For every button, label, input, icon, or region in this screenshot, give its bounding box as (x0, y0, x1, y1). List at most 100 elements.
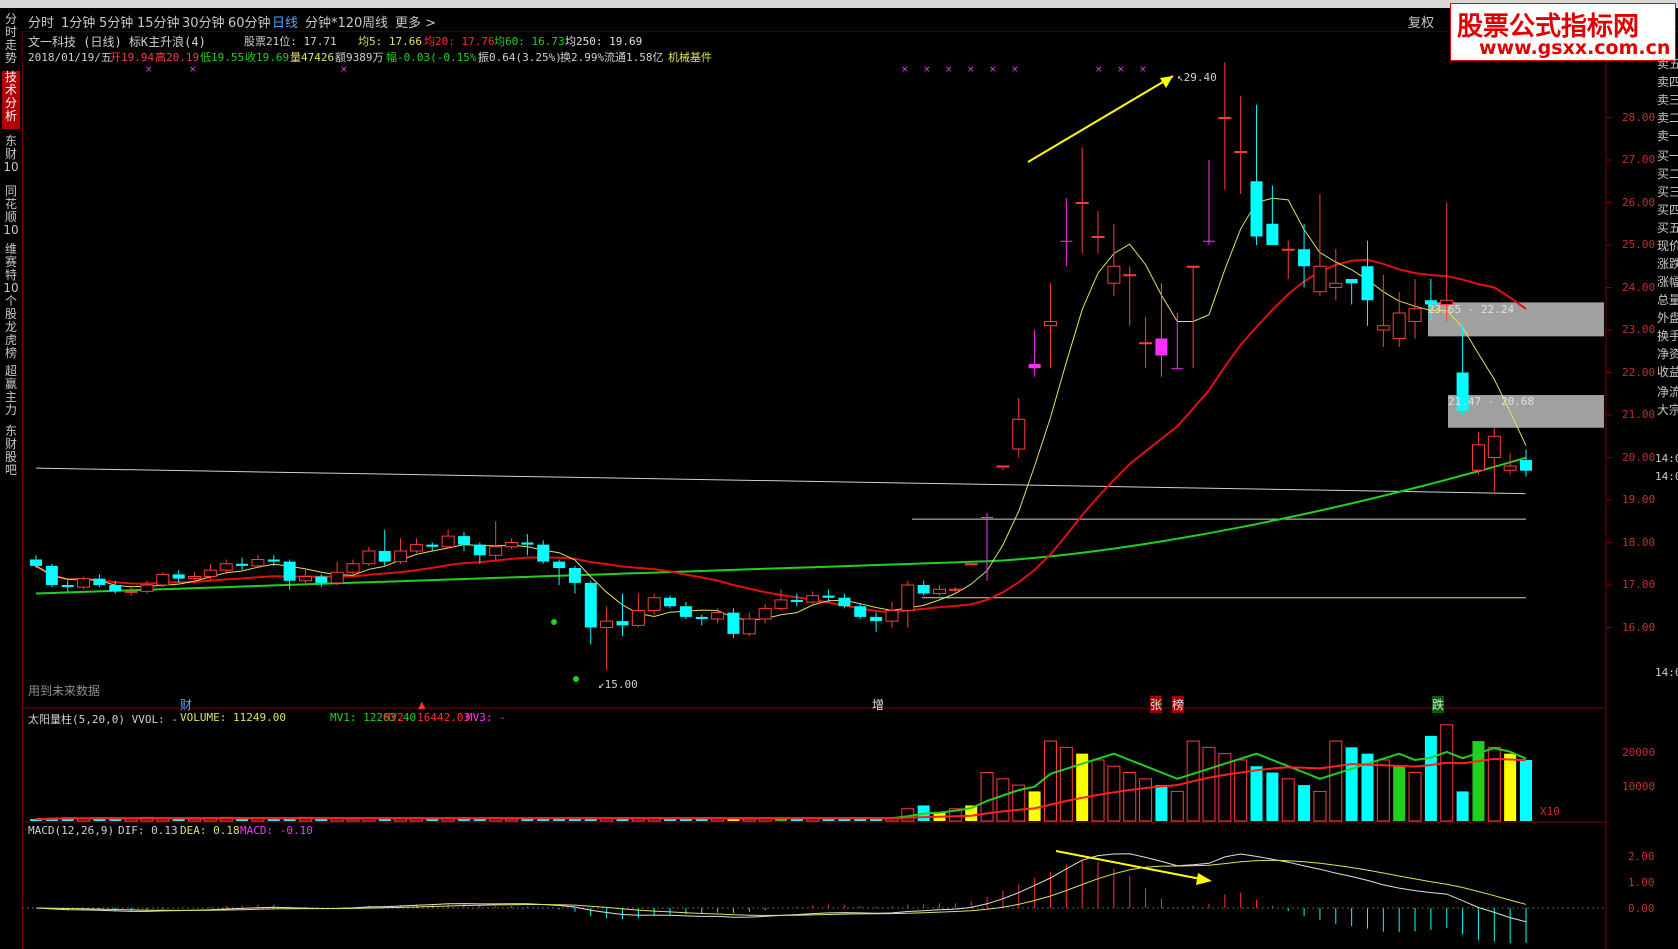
volume-axis-label-0: 20000 (1622, 746, 1656, 759)
candle-body (1075, 202, 1089, 204)
peak-label: ↖29.40 (1177, 71, 1217, 84)
top-marker-10: × (1117, 65, 1125, 75)
macd-value: MACD: -0.10 (240, 824, 313, 837)
candle-body (727, 612, 740, 634)
rank-label: 股票21位: 17.71 (244, 35, 337, 48)
period-tab-3[interactable]: 15分钟 (137, 12, 180, 31)
candle-body (1520, 460, 1532, 471)
volume-bar (1266, 772, 1279, 821)
volume-bar (267, 819, 280, 821)
candle-body (236, 563, 249, 566)
side-tab-6[interactable]: 超赢主力 (2, 365, 20, 421)
volume-bar (1393, 766, 1406, 821)
event-label-die: 跌 (1432, 696, 1445, 713)
side-tab-1[interactable]: 技术分析 (2, 71, 20, 129)
candle-body (203, 569, 217, 577)
candle-body (315, 576, 328, 583)
axis-time-label-1: 14:0 (1655, 470, 1678, 483)
candle-body (948, 588, 962, 591)
macd-dif-line (35, 853, 1527, 923)
period-tab-4[interactable]: 30分钟 (182, 12, 225, 31)
period-bar: 复权 分时 1分钟 5分钟 15分钟 30分钟 60分钟 日线 分钟*120 周线 更多 > (22, 9, 1678, 32)
side-tab-5[interactable]: 个股龙虎榜 (2, 295, 20, 361)
quote-label-5: 买一 (1657, 149, 1678, 163)
candle-body (806, 595, 820, 603)
top-marker-7: × (989, 65, 997, 75)
stock-chart[interactable]: × × × × × × × × × × × × ▲ (22, 62, 1657, 949)
period-tab-8[interactable]: 周线 (362, 12, 388, 31)
candle-body (885, 610, 899, 622)
period-tab-5[interactable]: 60分钟 (228, 12, 271, 31)
candle-body (838, 597, 851, 607)
volume-bar (996, 778, 1010, 822)
volume-bar (664, 819, 677, 821)
candle-body (521, 542, 534, 545)
quote-label-14: 外盘 (1657, 311, 1678, 325)
candle-body (616, 621, 629, 626)
candle-body (647, 597, 661, 611)
candle-body (489, 546, 503, 556)
candle-body (457, 536, 470, 545)
volume-bar (1170, 790, 1184, 822)
quote-label-7: 买三 (1657, 185, 1678, 199)
period-tab-6[interactable]: 日线 (272, 12, 298, 31)
price-axis-label-12: 16.00 (1622, 620, 1656, 634)
axis-time-label-2: 14:0 (1655, 666, 1678, 679)
candle-body (1060, 240, 1073, 242)
candle-body (1345, 279, 1358, 284)
candle-body (267, 559, 280, 562)
price-axis-label-11: 17.00 (1622, 578, 1656, 591)
macd-axis-label-1: 1.00 (1628, 876, 1655, 889)
candle-body (1503, 465, 1517, 471)
candle-body (219, 563, 233, 571)
candle-body (1186, 265, 1200, 268)
candle-body (553, 561, 566, 568)
side-tab-7[interactable]: 东财股吧 (2, 425, 20, 485)
price-axis-label-8: 20.00 (1622, 450, 1656, 464)
volume-bar (1376, 759, 1390, 822)
period-tab-2[interactable]: 5分钟 (99, 12, 133, 31)
volume-unit: X10 (1540, 805, 1560, 818)
period-tab-9[interactable]: 更多 > (395, 12, 436, 31)
peak-arrow (1027, 75, 1174, 163)
side-tab-2[interactable]: 东财10 (2, 135, 20, 181)
quote-label-13: 总量 (1657, 293, 1678, 307)
candle-body (409, 544, 423, 552)
mv3-value: MV3: - (466, 711, 506, 724)
candle-body (679, 606, 692, 617)
volume-bar (1456, 791, 1469, 821)
restore-right-button[interactable]: 复权 (1408, 12, 1434, 31)
macd-axis-label-0: 2.00 (1628, 850, 1655, 863)
candle-body (933, 588, 947, 594)
period-tab-1[interactable]: 1分钟 (61, 12, 95, 31)
quote-label-0: 卖五 (1657, 57, 1678, 71)
candle-body (93, 578, 106, 585)
candle-body (426, 544, 439, 547)
period-tab-7[interactable]: 分钟*120 (305, 12, 362, 31)
side-tab-0[interactable]: 分时走势 (2, 13, 20, 65)
period-tab-0[interactable]: 分时 (28, 12, 54, 31)
volume-bar (1059, 746, 1073, 822)
top-marker-8: × (1011, 65, 1019, 75)
volume-bar (1091, 759, 1105, 822)
event-triangle: ▲ (418, 700, 426, 711)
candle-body (695, 616, 708, 619)
quote-label-17: 收益 (1657, 365, 1678, 379)
candle-body (156, 573, 170, 586)
volume-bar (822, 819, 835, 821)
candle-body (473, 544, 486, 556)
candle-body (172, 574, 185, 579)
candle-body (901, 584, 915, 611)
top-marker-4: × (923, 65, 931, 75)
side-tab-3[interactable]: 同花顺10 (2, 185, 20, 239)
candle-body (996, 465, 1010, 468)
volume-bar (109, 819, 122, 821)
volume-axis-label-1: 10000 (1622, 780, 1656, 793)
volume-bar (1298, 785, 1311, 821)
candle-body (1091, 236, 1105, 238)
candle-body (188, 576, 202, 580)
volume-bar (1313, 790, 1327, 822)
zone1-label: 23.65 - 22.24 (1428, 303, 1515, 316)
side-tab-4[interactable]: 维赛特10 (2, 243, 20, 295)
candle-body (124, 590, 138, 593)
